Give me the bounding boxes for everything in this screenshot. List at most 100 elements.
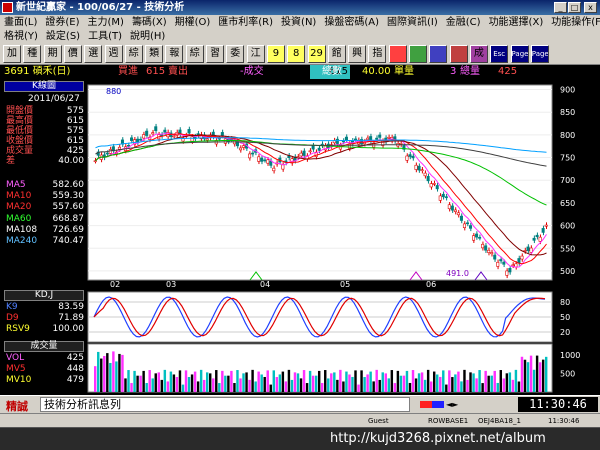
menu-item-7[interactable]: 操盤密碼(A) — [320, 15, 383, 30]
menu2-item-2[interactable]: 工具(T) — [84, 30, 126, 43]
menu-item-1[interactable]: 證券(E) — [41, 15, 83, 30]
candle-body — [435, 185, 439, 190]
volume-bar — [375, 369, 378, 392]
volume-bar — [308, 370, 312, 392]
volume-bar — [396, 370, 400, 392]
volume-bar — [454, 374, 457, 392]
menu2-item-3[interactable]: 說明(H) — [126, 30, 169, 43]
volume-bar — [94, 366, 97, 392]
volume-bar — [360, 370, 363, 392]
vol-label: VOL — [6, 353, 25, 363]
volume-bar — [420, 372, 424, 392]
maximize-button[interactable]: □ — [568, 2, 581, 13]
toolbar-button-13[interactable]: 9 — [266, 45, 285, 63]
menu2-item-1[interactable]: 設定(S) — [42, 30, 84, 43]
menu-item-3[interactable]: 籌碼(X) — [128, 15, 171, 30]
toolbar-button-14[interactable]: 8 — [287, 45, 306, 63]
volume-bar — [136, 375, 139, 392]
candle-body — [462, 223, 466, 228]
volume-bar — [363, 377, 366, 392]
menu-item-2[interactable]: 主力(M) — [84, 15, 128, 30]
candle-body — [366, 137, 370, 140]
toolbar-button-22[interactable] — [449, 45, 468, 63]
toolbar-button-8[interactable]: 報 — [165, 45, 184, 63]
toolbar-button-24[interactable]: Esc — [490, 45, 509, 63]
volume-bar — [354, 370, 357, 392]
candle-body — [308, 150, 312, 153]
toolbar-button-20[interactable] — [409, 45, 427, 63]
toolbar-button-2[interactable]: 期 — [43, 45, 62, 63]
toolbar-button-16[interactable]: 館 — [327, 45, 346, 63]
volume-bar — [535, 355, 539, 392]
toolbar-button-12[interactable]: 江 — [246, 45, 265, 63]
candle-body — [517, 258, 521, 264]
volume-bar — [463, 369, 466, 392]
volume-bar — [517, 381, 521, 392]
toolbar-button-19[interactable] — [388, 45, 407, 63]
menu-item-4[interactable]: 期權(O) — [171, 15, 215, 30]
volume-bar — [499, 370, 502, 392]
kd-value: 71.89 — [58, 313, 84, 323]
toolbar-button-4[interactable]: 選 — [84, 45, 103, 63]
toolbar-button-17[interactable]: 興 — [348, 45, 367, 63]
candle-body — [429, 183, 433, 188]
server-label: ROWBASE1 — [428, 417, 469, 425]
volume-bar — [481, 383, 484, 392]
volume-bar — [366, 374, 369, 392]
k-chart-title[interactable]: K線圖 — [4, 81, 84, 92]
candle-body — [414, 164, 418, 170]
vol-value: 425 — [66, 353, 84, 363]
technical-chart[interactable]: 900 850 800 750 700 650 600 550 500 02 03 04 05 06 880… — [86, 80, 600, 395]
candle-body — [251, 152, 255, 155]
menu-item-9[interactable]: 金融(C) — [442, 15, 485, 30]
toolbar-button-26[interactable]: Page — [530, 45, 549, 63]
volume-bar — [393, 383, 397, 392]
toolbar-button-5[interactable]: 週 — [104, 45, 123, 63]
kd-row: K9 83.59 — [6, 302, 84, 312]
menu-item-6[interactable]: 投資(N) — [277, 15, 320, 30]
volume-bar — [127, 370, 130, 392]
candle-body — [420, 169, 424, 172]
kd-row: D9 71.89 — [6, 313, 84, 323]
toolbar-button-0[interactable]: 加 — [3, 45, 21, 63]
toolbar-button-1[interactable]: 種 — [23, 45, 42, 63]
menu-item-11[interactable]: 功能操作(F) — [547, 15, 600, 30]
candle-body — [105, 152, 109, 155]
kd-value: 100.00 — [52, 324, 85, 334]
toolbar-button-21[interactable] — [429, 45, 448, 63]
toolbar-button-18[interactable]: 指 — [368, 45, 387, 63]
candle-body — [242, 145, 246, 148]
minimize-button[interactable]: _ — [554, 2, 567, 13]
candle-body — [529, 247, 533, 253]
toolbar-button-25[interactable]: Page — [510, 45, 529, 63]
menu-item-8[interactable]: 國際資訊(I) — [383, 15, 442, 30]
volume-bar — [526, 362, 530, 392]
menu-item-0[interactable]: 畫面(L) — [0, 15, 41, 30]
candle-body — [93, 160, 97, 163]
scroll-icon[interactable]: ◄► — [446, 400, 458, 409]
conn-time: 11:30:46 — [548, 417, 580, 425]
toolbar-button-23[interactable]: 成 — [469, 45, 488, 63]
volume-bar — [457, 371, 460, 392]
toolbar-button-15[interactable]: 29 — [307, 45, 326, 63]
quote-row: 最低價 575 — [6, 126, 84, 136]
menu-item-5[interactable]: 匯市利率(R) — [214, 15, 277, 30]
toolbar-button-3[interactable]: 價 — [63, 45, 82, 63]
toolbar-button-9[interactable]: 綜 — [185, 45, 204, 63]
toolbar-button-11[interactable]: 委 — [226, 45, 245, 63]
volume-bar — [451, 377, 454, 392]
ma-label: MA240 — [6, 236, 38, 246]
toolbar-button-10[interactable]: 習 — [206, 45, 224, 63]
candle-body — [353, 138, 358, 141]
app-icon[interactable] — [2, 2, 13, 13]
kd-title[interactable]: KD,J — [4, 290, 84, 301]
close-button[interactable]: x — [584, 2, 597, 13]
candle-body — [499, 259, 503, 262]
volume-bar — [115, 361, 118, 392]
menu-item-10[interactable]: 功能選擇(X) — [485, 15, 548, 30]
high-label: 880 — [106, 87, 121, 96]
toolbar-button-7[interactable]: 類 — [145, 45, 164, 63]
volume-title[interactable]: 成交量 — [4, 341, 84, 352]
toolbar-button-6[interactable]: 綜 — [124, 45, 143, 63]
menu2-item-0[interactable]: 格視(Y) — [0, 30, 42, 43]
